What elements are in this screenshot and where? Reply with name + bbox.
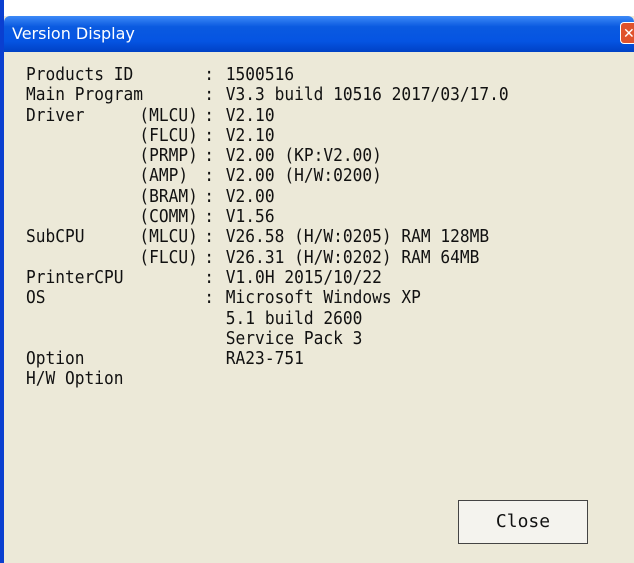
info-label: Products ID bbox=[26, 64, 134, 85]
info-colon: : bbox=[204, 206, 224, 228]
info-sublabel: (MLCU) bbox=[139, 104, 198, 126]
info-row: Products ID: 1500516 bbox=[26, 64, 509, 85]
info-value: V26.31 (H/W:0202) RAM 64MB bbox=[225, 246, 480, 268]
info-row: SubCPU (MLCU): V26.58 (H/W:0205) RAM 128M… bbox=[26, 226, 509, 248]
version-display-window: Version Display ✕ Products ID: 1500516 Ma… bbox=[0, 0, 634, 563]
info-sublabel: (PRMP) bbox=[139, 145, 198, 167]
info-sublabel: (FLCU) bbox=[139, 124, 198, 146]
info-row: PrinterCPU: V1.0H 2015/10/22 bbox=[26, 266, 509, 288]
info-value: V2.00 (KP:V2.00) bbox=[225, 145, 382, 167]
info-row: Driver (MLCU): V2.10 bbox=[26, 104, 509, 126]
top-strip bbox=[4, 0, 634, 16]
info-colon: : bbox=[204, 84, 224, 106]
info-colon: : bbox=[204, 185, 224, 207]
info-row: Main Program: V3.3 build 10516 2017/03/1… bbox=[26, 84, 509, 106]
info-label: SubCPU bbox=[26, 226, 85, 248]
info-row: (FLCU): V2.10 bbox=[26, 124, 509, 146]
info-colon: : bbox=[204, 287, 224, 309]
info-sublabel: (COMM) bbox=[139, 206, 198, 228]
info-value: V3.3 build 10516 2017/03/17.0 bbox=[225, 84, 509, 106]
version-info-list: Products ID: 1500516 Main Program: V3.3 b… bbox=[26, 64, 509, 390]
info-colon: : bbox=[204, 165, 224, 187]
info-colon: : bbox=[204, 246, 224, 268]
info-value: Microsoft Windows XP bbox=[225, 287, 421, 309]
close-button[interactable]: Close bbox=[458, 500, 588, 544]
info-value: RA23-751 bbox=[225, 348, 304, 370]
info-label: Main Program bbox=[26, 84, 144, 106]
title-close-icon[interactable]: ✕ bbox=[620, 22, 634, 44]
info-label: Option bbox=[26, 348, 85, 370]
info-label: PrinterCPU bbox=[26, 266, 124, 288]
info-row: (COMM): V1.56 bbox=[26, 206, 509, 228]
info-value: Service Pack 3 bbox=[225, 327, 363, 349]
info-row: H/W Option bbox=[26, 368, 509, 390]
info-label: H/W Option bbox=[26, 368, 124, 390]
info-value: V2.10 bbox=[225, 104, 275, 126]
info-sublabel: (MLCU) bbox=[139, 226, 198, 248]
dialog-body: Products ID: 1500516 Main Program: V3.3 b… bbox=[4, 52, 634, 563]
info-row: (AMP): V2.00 (H/W:0200) bbox=[26, 165, 509, 187]
info-value: V1.56 bbox=[225, 206, 275, 228]
info-row: (BRAM): V2.00 bbox=[26, 185, 509, 207]
info-row: (FLCU): V26.31 (H/W:0202) RAM 64MB bbox=[26, 246, 509, 268]
info-sublabel: (AMP) bbox=[139, 165, 189, 187]
info-colon: : bbox=[204, 266, 224, 288]
info-row: OS: Microsoft Windows XP bbox=[26, 287, 509, 309]
info-label: Driver bbox=[26, 104, 85, 126]
info-value: V2.00 (H/W:0200) bbox=[225, 165, 382, 187]
info-row: (PRMP): V2.00 (KP:V2.00) bbox=[26, 145, 509, 167]
info-row: 5.1 build 2600 bbox=[26, 307, 509, 329]
info-value: 5.1 build 2600 bbox=[225, 307, 363, 329]
info-sublabel: (BRAM) bbox=[139, 185, 198, 207]
info-colon: : bbox=[204, 145, 224, 167]
info-value: 1500516 bbox=[225, 64, 295, 85]
info-sublabel: (FLCU) bbox=[139, 246, 198, 268]
info-colon: : bbox=[204, 226, 224, 248]
info-colon: : bbox=[204, 104, 224, 126]
title-bar[interactable]: Version Display ✕ bbox=[4, 16, 634, 52]
info-value: V2.10 bbox=[225, 124, 275, 146]
info-value: V26.58 (H/W:0205) RAM 128MB bbox=[225, 226, 490, 248]
info-row: Service Pack 3 bbox=[26, 327, 509, 349]
info-label: OS bbox=[26, 287, 46, 309]
info-value: V1.0H 2015/10/22 bbox=[225, 266, 382, 288]
window-title: Version Display bbox=[12, 24, 135, 43]
info-row: Option RA23-751 bbox=[26, 348, 509, 370]
info-colon: : bbox=[204, 124, 224, 146]
info-value: V2.00 bbox=[225, 185, 275, 207]
info-colon: : bbox=[204, 64, 224, 85]
